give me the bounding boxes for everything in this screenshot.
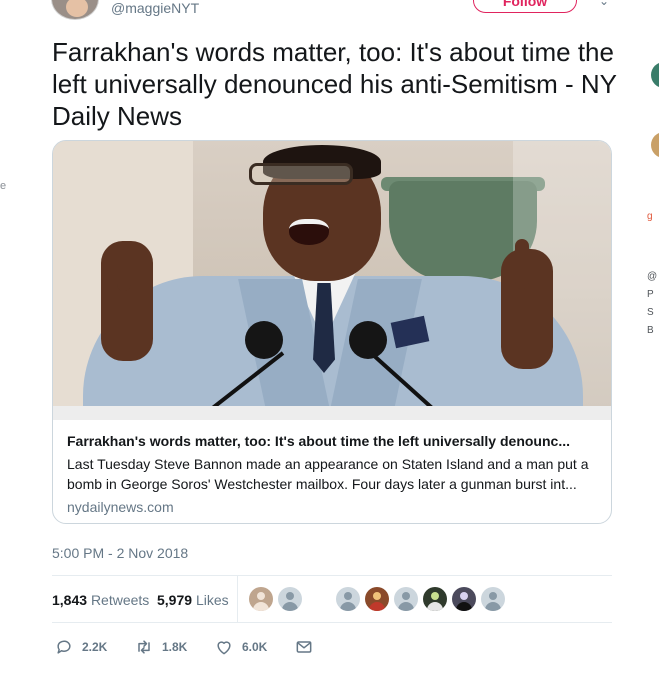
liker-avatars: [249, 587, 609, 613]
microphone: [349, 321, 387, 359]
right-sidebar-strip: g @ P S B: [637, 0, 659, 675]
avatar-head: [344, 592, 352, 600]
tweet-text: Farrakhan's words matter, too: It's abou…: [52, 37, 617, 131]
link-domain: nydailynews.com: [67, 499, 174, 515]
stats-separator: [237, 576, 238, 622]
tweet-actions: 2.2K 1.8K 6.0K: [52, 623, 612, 671]
likes-stat[interactable]: 5,979 Likes: [157, 592, 229, 608]
avatar-head: [431, 592, 439, 600]
avatar-body: [369, 602, 385, 611]
sidebar-fragment-text: g: [647, 211, 653, 222]
link-preview-body[interactable]: Farrakhan's words matter, too: It's abou…: [53, 420, 611, 523]
left-timeline-strip: e: [0, 0, 33, 675]
author-handle[interactable]: @maggieNYT: [111, 0, 199, 16]
author-avatar[interactable]: [51, 0, 99, 20]
like-button[interactable]: 6.0K: [214, 637, 267, 657]
speaker-mouth: [289, 219, 329, 245]
reply-icon: [57, 640, 71, 654]
link-description: Last Tuesday Steve Bannon made an appear…: [67, 456, 589, 492]
liker-avatar-default[interactable]: [394, 587, 418, 611]
speaker-right-finger: [515, 239, 529, 289]
liker-avatar-default[interactable]: [336, 587, 360, 611]
retweet-count: 1.8K: [162, 640, 188, 654]
avatar-head: [286, 592, 294, 600]
liker-avatar[interactable]: [423, 587, 447, 611]
liker-avatar[interactable]: [249, 587, 273, 611]
speaker-glasses: [249, 163, 353, 185]
tweet-card: @maggieNYT Follow ⌄ Farrakhan's words ma…: [33, 0, 637, 675]
retweets-label: Retweets: [90, 592, 150, 608]
sidebar-avatar[interactable]: [651, 132, 659, 158]
retweet-icon: [138, 640, 150, 654]
link-preview-image: [53, 141, 611, 420]
avatar-body: [253, 602, 269, 611]
retweets-count: 1,843: [52, 592, 88, 608]
sidebar-fragment-text: @: [647, 271, 658, 282]
avatar-body: [398, 602, 414, 611]
sidebar-avatar[interactable]: [651, 62, 659, 88]
avatar-body: [282, 602, 298, 611]
like-count: 6.0K: [242, 640, 268, 654]
retweets-stat[interactable]: 1,843 Retweets: [52, 592, 149, 608]
retweet-button[interactable]: 1.8K: [134, 637, 187, 657]
sidebar-fragment-text: S: [647, 307, 654, 318]
reply-button[interactable]: 2.2K: [54, 637, 107, 657]
like-icon: [217, 641, 231, 655]
engagement-stats: 1,843 Retweets 5,979 Likes: [52, 576, 612, 622]
link-preview-card[interactable]: Farrakhan's words matter, too: It's abou…: [52, 140, 612, 524]
avatar-head: [402, 592, 410, 600]
avatar-body: [340, 602, 356, 611]
sidebar-fragment-text: B: [647, 325, 654, 336]
speaker-left-finger: [117, 241, 131, 291]
link-title[interactable]: Farrakhan's words matter, too: It's abou…: [67, 432, 599, 450]
avatar-face: [66, 0, 88, 17]
likes-count: 5,979: [157, 592, 193, 608]
chevron-down-icon[interactable]: ⌄: [599, 0, 609, 8]
microphone: [245, 321, 283, 359]
reply-count: 2.2K: [82, 640, 108, 654]
likes-label: Likes: [195, 592, 229, 608]
avatar-body: [427, 602, 443, 611]
avatar-head: [489, 592, 497, 600]
avatar-head: [373, 592, 381, 600]
sidebar-fragment-text: P: [647, 289, 654, 300]
avatar-head: [257, 592, 265, 600]
avatar-body: [456, 602, 472, 611]
liker-avatar[interactable]: [452, 587, 476, 611]
liker-avatar-default[interactable]: [481, 587, 505, 611]
left-fragment-text: e: [0, 180, 7, 192]
tweet-timestamp[interactable]: 5:00 PM - 2 Nov 2018: [52, 545, 188, 561]
direct-message-icon: [296, 641, 312, 653]
follow-button[interactable]: Follow: [473, 0, 577, 13]
liker-avatar-default[interactable]: [278, 587, 302, 611]
avatar-head: [460, 592, 468, 600]
direct-message-button[interactable]: [294, 637, 314, 657]
avatar-body: [485, 602, 501, 611]
liker-avatar[interactable]: [365, 587, 389, 611]
podium: [53, 406, 611, 420]
